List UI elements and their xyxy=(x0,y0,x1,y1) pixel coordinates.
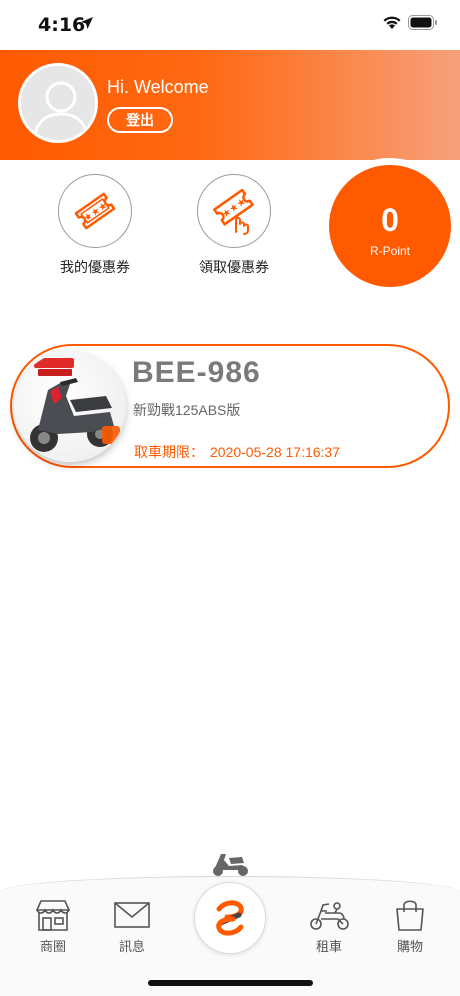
nav-item-shop[interactable]: 商圈 xyxy=(23,898,83,955)
nav-label-rent: 租車 xyxy=(315,939,342,954)
logout-button[interactable]: 登出 xyxy=(107,107,173,133)
status-time: 4:16 xyxy=(38,14,86,36)
rpoint-label: R-Point xyxy=(369,244,410,258)
nav-item-messages[interactable]: 訊息 xyxy=(102,898,162,955)
scooter-icon xyxy=(299,898,359,932)
claim-coupons-label: 領取優惠券 xyxy=(199,259,269,275)
shop-icon xyxy=(23,898,83,932)
nav-label-shop: 商圈 xyxy=(39,939,66,954)
battery-icon xyxy=(408,14,437,30)
wifi-icon xyxy=(383,16,401,29)
brand-logo-icon xyxy=(216,900,244,936)
rpoint-value: 0 xyxy=(381,202,399,238)
location-arrow-icon xyxy=(81,17,93,29)
pickup-deadline-value: 2020-05-28 17:16:37 xyxy=(210,444,340,460)
pickup-deadline: 取車期限： 2020-05-28 17:16:37 xyxy=(134,442,340,462)
avatar[interactable] xyxy=(18,63,98,143)
nav-item-rent[interactable]: 租車 xyxy=(299,898,359,955)
ticket-claim-icon: ★★★ xyxy=(197,174,271,248)
status-bar: 4:16 xyxy=(0,0,460,50)
nav-label-messages: 訊息 xyxy=(118,939,145,954)
mail-icon xyxy=(102,898,162,932)
scooter-photo xyxy=(14,352,126,462)
scooter-silhouette-icon xyxy=(213,854,248,876)
pickup-deadline-label: 取車期限： xyxy=(134,444,204,460)
shopping-bag-icon xyxy=(380,898,440,932)
vehicle-card[interactable]: BEE-986 新勁戰125ABS版 取車期限： 2020-05-28 17:16… xyxy=(10,344,450,468)
nav-label-shopping: 購物 xyxy=(396,939,423,954)
my-coupons-button[interactable]: ★★★ 我的優惠券 xyxy=(35,174,155,277)
status-icons xyxy=(382,14,438,30)
nav-item-shopping[interactable]: 購物 xyxy=(380,898,440,955)
nav-item-home[interactable] xyxy=(194,882,266,954)
ticket-icon: ★★★ xyxy=(58,174,132,248)
claim-coupons-button[interactable]: ★★★ 領取優惠券 xyxy=(174,174,294,277)
plate-number: BEE-986 xyxy=(132,356,261,389)
my-coupons-label: 我的優惠券 xyxy=(60,259,130,275)
home-indicator xyxy=(148,980,313,986)
vehicle-model: 新勁戰125ABS版 xyxy=(133,402,241,418)
greeting-text: Hi. Welcome xyxy=(107,77,209,97)
rpoint-badge[interactable]: 0 R-Point xyxy=(329,165,451,287)
